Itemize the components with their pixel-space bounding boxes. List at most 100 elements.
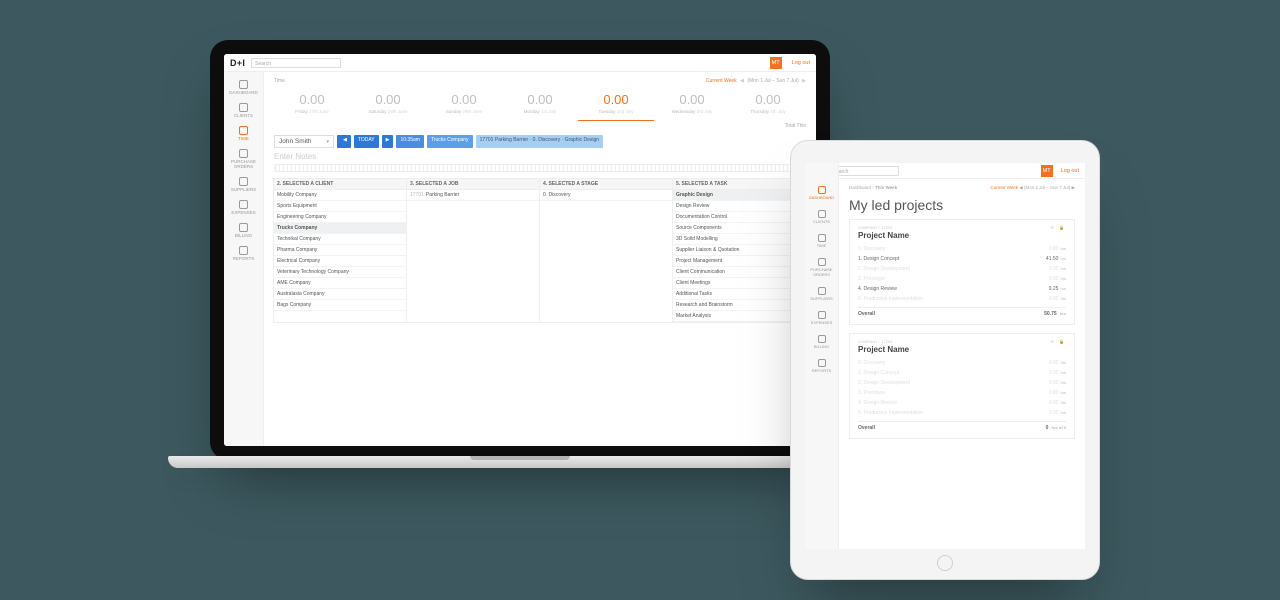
list-item[interactable]: Research and Brainstorm <box>673 300 805 311</box>
next-day-button[interactable]: ▶ <box>382 135 394 148</box>
sidebar-item-reports[interactable]: REPORTS <box>805 354 838 378</box>
list-item[interactable]: Source Components <box>673 223 805 234</box>
column-header: 4. SELECTED A STAGE <box>540 179 672 190</box>
list-item[interactable]: Australasia Company <box>274 289 406 300</box>
breadcrumb-row: Time Current Week ◀ (Mon 1 Jul – Sun 7 J… <box>274 76 806 86</box>
list-item[interactable]: Veterinary Technology Company <box>274 267 406 278</box>
day-value: 0.00 <box>502 92 578 107</box>
stage-row[interactable]: 2. Design Development0.00hrs <box>858 264 1066 274</box>
sidebar-item-dashboard[interactable]: DASHBOARD <box>224 76 263 99</box>
search-input[interactable]: Search <box>829 166 899 176</box>
job-chip[interactable]: Trucks Company <box>427 135 473 148</box>
day-label: Monday 1st July <box>502 109 578 114</box>
sidebar-item-time[interactable]: TIME <box>805 229 838 253</box>
sidebar-item-reports[interactable]: REPORTS <box>224 242 263 265</box>
tablet-home-button[interactable] <box>937 555 953 571</box>
sidebar-item-time[interactable]: TIME <box>224 122 263 145</box>
task-chip[interactable]: 17701 Parking Barrier · 0. Discovery · G… <box>476 135 604 148</box>
project-name[interactable]: Project Name <box>858 345 1066 354</box>
list-item[interactable]: 17701Parking Barrier <box>407 190 539 201</box>
stage-row[interactable]: 4. Design Review0.00hrs <box>858 398 1066 408</box>
list-item[interactable]: Electrical Company <box>274 256 406 267</box>
prev-day-button[interactable]: ◀ <box>337 135 351 148</box>
sidebar-item-clients[interactable]: CLIENTS <box>224 99 263 122</box>
stage-row[interactable]: 1. Design Concept0.00hrs <box>858 368 1066 378</box>
stage-row[interactable]: 0. Discovery0.00hrs <box>858 244 1066 254</box>
stage-row[interactable]: 4. Design Review9.25hrs <box>858 284 1066 294</box>
search-input[interactable]: Search <box>251 58 341 68</box>
list-item[interactable]: Trucks Company <box>274 223 406 234</box>
logout-link[interactable]: Log out <box>1061 168 1079 174</box>
timeline-ruler[interactable] <box>274 164 806 172</box>
column-c3: 4. SELECTED A STAGE0. Discovery <box>539 178 673 323</box>
stage-row[interactable]: 5. Production Implementation0.00hrs <box>858 408 1066 418</box>
nav-icon <box>239 223 248 232</box>
sidebar-item-clients[interactable]: CLIENTS <box>805 205 838 229</box>
day-wednesday[interactable]: 0.00Wednesday 3rd July <box>654 90 730 121</box>
current-week-label[interactable]: Current Week <box>706 78 737 84</box>
today-button[interactable]: TODAY <box>354 135 379 148</box>
sidebar: DASHBOARDCLIENTSTIMEPURCHASE ORDERSSUPPL… <box>224 72 264 446</box>
nav-icon <box>818 287 826 295</box>
stage-row[interactable]: 1. Design Concept41.50hrs <box>858 254 1066 264</box>
nav-icon <box>239 80 248 89</box>
card-action-icons[interactable]: ✉ 🔒 <box>1051 339 1066 344</box>
stage-row[interactable]: 2. Design Development0.00hrs <box>858 378 1066 388</box>
list-item[interactable]: Documentation Control <box>673 212 805 223</box>
avatar[interactable]: MT <box>1041 165 1053 177</box>
list-item[interactable]: Project Management <box>673 256 805 267</box>
stage-row[interactable]: 3. Prototype0.00hrs <box>858 388 1066 398</box>
selection-columns: 2. SELECTED A CLIENTMobility CompanySpor… <box>274 178 806 323</box>
list-item[interactable]: Supplier Liaison & Quotation <box>673 245 805 256</box>
day-friday[interactable]: 0.00Friday 27th June <box>274 90 350 121</box>
current-week-label[interactable]: Current Week <box>990 185 1018 190</box>
nav-icon <box>239 126 248 135</box>
time-chip[interactable]: 10:35am <box>396 135 423 148</box>
logout-link[interactable]: Log out <box>792 60 810 66</box>
list-item[interactable]: Design Review <box>673 201 805 212</box>
sidebar-item-suppliers[interactable]: SUPPLIERS <box>224 173 263 196</box>
list-item[interactable]: Engineering Company <box>274 212 406 223</box>
list-item[interactable]: Client Meetings <box>673 278 805 289</box>
notes-input[interactable]: Enter Notes <box>274 152 806 161</box>
tablet-main: Dashboard › This Week Current Week ◀ (Mo… <box>839 179 1085 549</box>
stage-row[interactable]: 0. Discovery0.00hrs <box>858 358 1066 368</box>
card-action-icons[interactable]: ✉ 🔒 <box>1051 225 1066 230</box>
list-item[interactable]: Technikal Company <box>274 234 406 245</box>
list-item[interactable]: Additional Tasks <box>673 289 805 300</box>
day-sunday[interactable]: 0.00Sunday 29th June <box>426 90 502 121</box>
list-item[interactable]: Market Analysis <box>673 311 805 322</box>
list-item[interactable]: Sports Equipment <box>274 201 406 212</box>
sidebar-item-purchase-orders[interactable]: PURCHASE ORDERS <box>805 253 838 282</box>
sidebar-item-expenses[interactable]: EXPENSES <box>805 306 838 330</box>
sidebar-item-billing[interactable]: BILLING <box>224 219 263 242</box>
avatar[interactable]: MT <box>770 57 782 69</box>
week-range: Current Week ◀ (Mon 1 Jul – Sun 7 Jul) ▶ <box>990 185 1075 191</box>
list-item[interactable]: AME Company <box>274 278 406 289</box>
day-tuesday[interactable]: 0.00Tuesday 2nd July <box>578 90 654 121</box>
day-label: Sunday 29th June <box>426 109 502 114</box>
list-item[interactable]: Pharma Company <box>274 245 406 256</box>
page-title: My led projects <box>849 197 1075 213</box>
sidebar-item-billing[interactable]: BILLING <box>805 330 838 354</box>
list-item[interactable]: Client Communication <box>673 267 805 278</box>
day-saturday[interactable]: 0.00Saturday 28th June <box>350 90 426 121</box>
sidebar-item-expenses[interactable]: EXPENSES <box>224 196 263 219</box>
user-select[interactable]: John Smith <box>274 135 334 148</box>
laptop-base <box>168 456 872 468</box>
project-name[interactable]: Project Name <box>858 231 1066 240</box>
stage-row[interactable]: 5. Production Implementation0.00hrs <box>858 294 1066 304</box>
list-item[interactable]: 0. Discovery <box>540 190 672 201</box>
breadcrumb[interactable]: Dashboard › This Week <box>849 185 897 191</box>
day-thursday[interactable]: 0.00Thursday 4th July <box>730 90 806 121</box>
column-header: 5. SELECTED A TASK <box>673 179 805 190</box>
list-item[interactable]: Graphic Design <box>673 190 805 201</box>
list-item[interactable]: Bags Company <box>274 300 406 311</box>
sidebar-item-dashboard[interactable]: DASHBOARD <box>805 181 838 205</box>
sidebar-item-purchase-orders[interactable]: PURCHASE ORDERS <box>224 145 263 173</box>
list-item[interactable]: 3D Solid Modelling <box>673 234 805 245</box>
day-monday[interactable]: 0.00 Monday 1st July <box>502 90 578 121</box>
sidebar-item-suppliers[interactable]: SUPPLIERS <box>805 282 838 306</box>
list-item[interactable]: Mobility Company <box>274 190 406 201</box>
stage-row[interactable]: 3. Prototype0.00hrs <box>858 274 1066 284</box>
